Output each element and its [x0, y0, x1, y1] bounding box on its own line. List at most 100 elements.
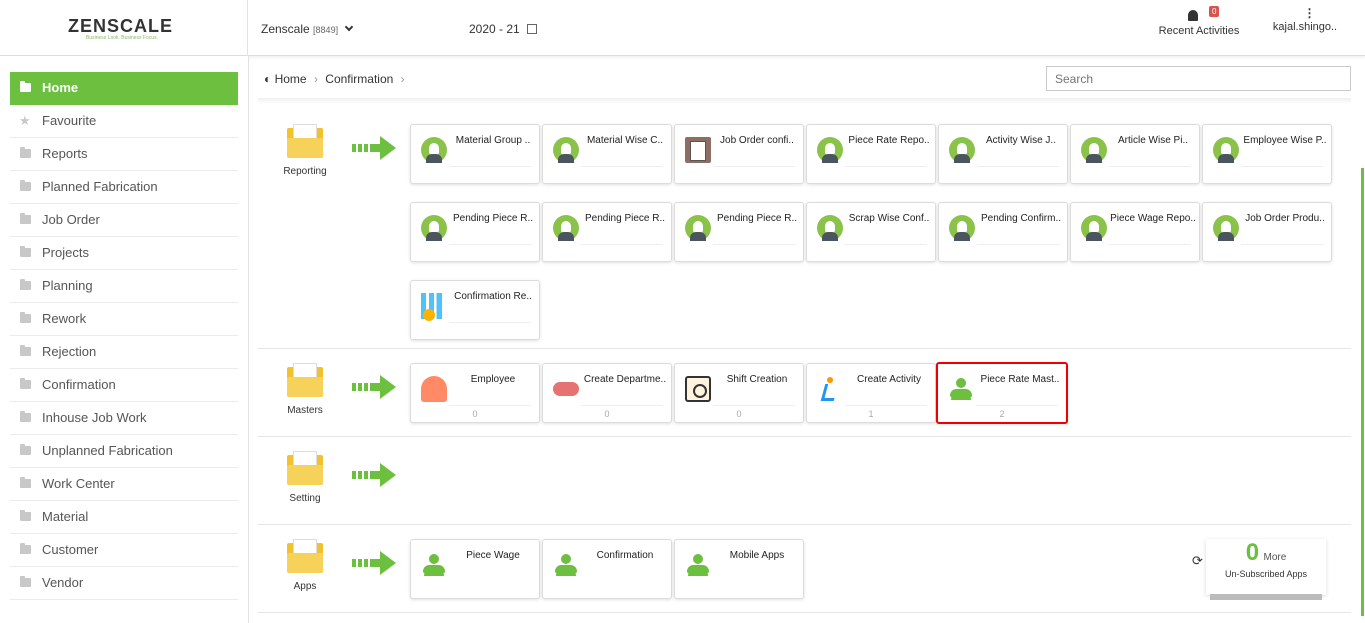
- sidebar-item-planning[interactable]: Planning: [10, 270, 238, 303]
- card-title: Pending Piece R..: [716, 213, 798, 224]
- more-vertical-icon: ⋮: [1303, 6, 1316, 20]
- app-card-pending-piece-rate[interactable]: Pending Piece R..: [674, 202, 804, 262]
- sidebar-item-confirmation[interactable]: Confirmation: [10, 369, 238, 402]
- breadcrumb-current[interactable]: Confirmation: [325, 72, 393, 86]
- card-title: Create Departme..: [583, 374, 667, 385]
- search-input[interactable]: [1046, 66, 1351, 91]
- folder-icon: [20, 147, 31, 158]
- star-icon: ★: [19, 113, 31, 128]
- app-card-activity-wise[interactable]: Activity Wise J..: [938, 124, 1068, 184]
- app-card-shift-creation[interactable]: Shift Creation 0: [674, 363, 804, 423]
- arrow-right-icon: [352, 375, 398, 399]
- card-title: Piece Rate Repo..: [848, 135, 930, 146]
- folder-icon: [20, 180, 31, 191]
- sidebar-item-job-order[interactable]: Job Order: [10, 204, 238, 237]
- app-card-pending-confirmation[interactable]: Pending Confirm..: [938, 202, 1068, 262]
- sidebar-item-label: Inhouse Job Work: [42, 410, 147, 425]
- unsubscribed-apps-box[interactable]: 0 More Un-Subscribed Apps: [1206, 539, 1326, 600]
- app-card-confirmation-report[interactable]: Confirmation Re..: [410, 280, 540, 340]
- recent-activities-button[interactable]: 0 Recent Activities: [1151, 6, 1247, 37]
- masters-group[interactable]: Masters: [276, 363, 334, 416]
- top-bar: ZENSCALE Business Look. Business Focus. …: [0, 0, 1365, 56]
- sidebar-item-material[interactable]: Material: [10, 501, 238, 534]
- apps-group[interactable]: Apps: [276, 539, 334, 592]
- breadcrumb-separator: ›: [313, 72, 318, 86]
- recent-activities-label: Recent Activities: [1158, 25, 1240, 37]
- app-card-material-group[interactable]: Material Group ..: [410, 124, 540, 184]
- dashboard-icon: ◐: [264, 72, 272, 86]
- folder-icon: [287, 539, 323, 573]
- breadcrumb-separator: ›: [400, 72, 405, 86]
- sidebar-item-planned-fabrication[interactable]: Planned Fabrication: [10, 171, 238, 204]
- card-title: Scrap Wise Conf..: [848, 213, 930, 224]
- fiscal-year-selector[interactable]: 2020 - 21: [469, 22, 538, 36]
- card-count: 2: [999, 409, 1005, 419]
- app-card-job-order-confirmation[interactable]: Job Order confi..: [674, 124, 804, 184]
- stack-shadow: [1210, 594, 1322, 600]
- app-card-article-wise[interactable]: Article Wise Pi..: [1070, 124, 1200, 184]
- sidebar-item-work-center[interactable]: Work Center: [10, 468, 238, 501]
- sidebar-item-label: Unplanned Fabrication: [42, 443, 173, 458]
- company-selector[interactable]: Zenscale [8849]: [261, 22, 354, 36]
- section-label: Masters: [287, 405, 323, 416]
- divider: [258, 98, 1351, 104]
- reporting-group[interactable]: Reporting: [276, 124, 334, 177]
- sidebar-item-favourite[interactable]: ★ Favourite: [10, 105, 238, 138]
- app-card-employee-wise[interactable]: Employee Wise P..: [1202, 124, 1332, 184]
- sidebar-item-rework[interactable]: Rework: [10, 303, 238, 336]
- card-count: 0: [736, 409, 742, 419]
- app-card-pending-piece-rate[interactable]: Pending Piece R..: [410, 202, 540, 262]
- card-title: Piece Wage: [466, 550, 520, 561]
- logo-text: ZENSCALE: [68, 16, 174, 36]
- app-card-pending-piece-rate[interactable]: Pending Piece R..: [542, 202, 672, 262]
- user-menu[interactable]: ⋮ kajal.shingo..: [1265, 6, 1345, 33]
- person-icon: [948, 376, 974, 402]
- app-card-piece-wage-report[interactable]: Piece Wage Repo..: [1070, 202, 1200, 262]
- sidebar-item-vendor[interactable]: Vendor: [10, 567, 238, 600]
- card-title: Activity Wise J..: [985, 135, 1056, 146]
- sidebar-item-rejection[interactable]: Rejection: [10, 336, 238, 369]
- face-icon: [949, 215, 975, 241]
- app-card-scrap-wise[interactable]: Scrap Wise Conf..: [806, 202, 936, 262]
- breadcrumb-home[interactable]: Home: [275, 72, 307, 86]
- sidebar-item-label: Material: [42, 509, 89, 524]
- sidebar-item-label: Home: [42, 80, 79, 95]
- arrow-right-icon: [352, 463, 398, 487]
- app-card-mobile-apps[interactable]: Mobile Apps: [674, 539, 804, 599]
- card-count: 0: [604, 409, 610, 419]
- edit-icon[interactable]: [527, 24, 538, 34]
- sidebar-item-unplanned-fabrication[interactable]: Unplanned Fabrication: [10, 435, 238, 468]
- folder-icon: [20, 246, 31, 257]
- user-name: kajal.shingo..: [1272, 21, 1338, 33]
- app-card-piece-wage[interactable]: Piece Wage: [410, 539, 540, 599]
- folder-icon: [20, 213, 31, 224]
- app-card-piece-rate-report[interactable]: Piece Rate Repo..: [806, 124, 936, 184]
- logo[interactable]: ZENSCALE Business Look. Business Focus.: [0, 0, 248, 56]
- chart-gear-icon: [421, 293, 447, 321]
- app-card-piece-rate-master[interactable]: Piece Rate Mast.. 2: [936, 362, 1068, 424]
- folder-icon: [287, 124, 323, 158]
- app-card-create-activity[interactable]: Create Activity 1: [806, 363, 936, 423]
- sidebar-item-inhouse-job-work[interactable]: Inhouse Job Work: [10, 402, 238, 435]
- sidebar-item-home[interactable]: Home: [10, 72, 238, 105]
- apps-section: Apps Piece Wage Confirmation Mobile Apps: [258, 525, 1351, 613]
- app-card-create-department[interactable]: Create Departme.. 0: [542, 363, 672, 423]
- folder-icon: [20, 510, 31, 521]
- sidebar-item-projects[interactable]: Projects: [10, 237, 238, 270]
- setting-group[interactable]: Setting: [276, 451, 334, 504]
- sidebar-item-reports[interactable]: Reports: [10, 138, 238, 171]
- refresh-icon[interactable]: ⟳: [1192, 553, 1203, 569]
- scrollbar[interactable]: [1361, 168, 1364, 616]
- card-title: Material Wise C..: [586, 135, 664, 146]
- face-icon: [553, 137, 579, 163]
- app-card-employee[interactable]: Employee 0: [410, 363, 540, 423]
- face-icon: [1213, 137, 1239, 163]
- sidebar-item-customer[interactable]: Customer: [10, 534, 238, 567]
- card-title: Job Order confi..: [720, 135, 794, 146]
- card-title: Material Group ..: [455, 135, 531, 146]
- department-icon: [553, 376, 579, 402]
- app-card-job-order-production[interactable]: Job Order Produ..: [1202, 202, 1332, 262]
- app-card-material-wise[interactable]: Material Wise C..: [542, 124, 672, 184]
- app-card-confirmation[interactable]: Confirmation: [542, 539, 672, 599]
- reporting-section: Reporting Material Group .. Material Wis…: [258, 110, 1351, 349]
